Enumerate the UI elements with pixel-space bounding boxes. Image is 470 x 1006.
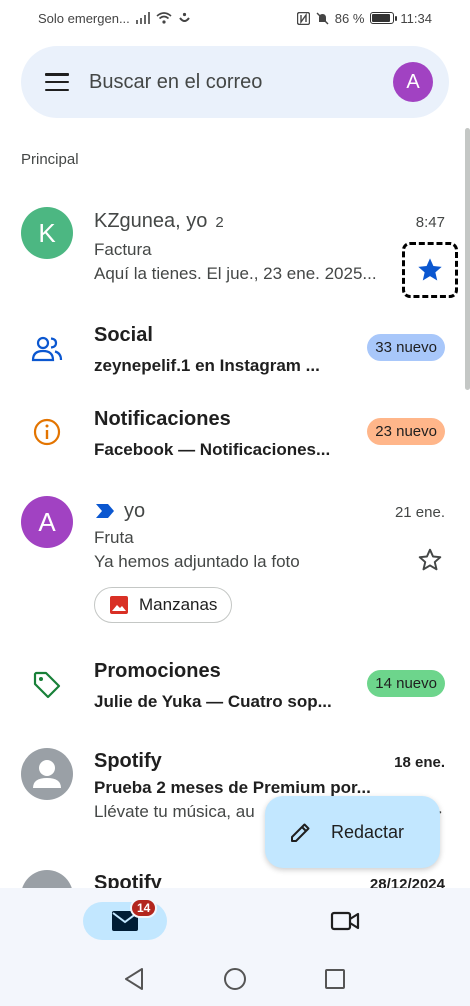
email-time: 28/12/2024	[369, 876, 445, 888]
email-snippet: Ya hemos adjuntado la foto	[94, 552, 300, 571]
attachment-name: Manzanas	[139, 595, 218, 614]
star-outline-icon	[418, 548, 442, 571]
new-count-badge: 33 nuevo	[367, 334, 445, 361]
carrier-text: Solo emergen...	[38, 10, 130, 26]
category-row-notificaciones[interactable]: Notificaciones Facebook — Notificaciones…	[0, 400, 466, 476]
category-name: Notificaciones	[94, 408, 231, 430]
person-icon	[33, 760, 61, 788]
clock: 11:34	[400, 10, 432, 26]
category-name: Promociones	[94, 660, 221, 682]
home-circle-icon	[224, 968, 246, 990]
email-sender: Spotify	[94, 750, 162, 772]
back-button[interactable]	[120, 965, 148, 993]
sender-avatar	[21, 870, 73, 888]
category-preview: zeynepelif.1 en Instagram ...	[94, 356, 320, 375]
new-count-badge: 14 nuevo	[367, 670, 445, 697]
sender-avatar: K	[21, 207, 73, 259]
email-time: 21 ene.	[394, 504, 445, 521]
email-row[interactable]: K KZgunea, yo 2 Factura Aquí la tienes. E…	[0, 196, 466, 298]
people-icon	[30, 332, 64, 366]
mute-icon	[316, 12, 329, 24]
star-toggle[interactable]	[415, 545, 445, 575]
nfc-icon	[296, 11, 310, 25]
image-icon	[110, 596, 128, 614]
email-sender: KZgunea, yo	[94, 210, 208, 232]
category-name: Social	[94, 324, 153, 346]
sender-avatar	[21, 748, 73, 800]
system-nav-bar	[0, 952, 470, 1006]
wifi-icon	[156, 12, 172, 24]
account-avatar[interactable]: A	[393, 62, 433, 102]
recents-square-icon	[325, 969, 345, 989]
sync-icon	[178, 12, 190, 22]
sender-avatar: A	[21, 496, 73, 548]
star-toggle[interactable]	[402, 242, 458, 298]
email-subject: Fruta	[94, 528, 134, 547]
search-bar[interactable]: Buscar en el correo A	[21, 46, 449, 118]
section-label: Principal	[21, 151, 79, 168]
email-time: 18 ene.	[394, 754, 445, 771]
tag-icon	[30, 668, 64, 702]
important-marker-icon[interactable]	[94, 503, 116, 519]
new-count-badge: 23 nuevo	[367, 418, 445, 445]
email-time: 8:47	[415, 214, 445, 231]
attachment-chip[interactable]: Manzanas	[94, 587, 233, 623]
compose-label: Redactar	[331, 821, 405, 842]
status-bar: Solo emergen... 86 % 11:34	[0, 0, 470, 36]
menu-icon[interactable]	[45, 73, 69, 91]
email-row[interactable]: A yo Fruta Ya hemos adjuntado la foto 21…	[0, 486, 466, 636]
home-button[interactable]	[221, 965, 249, 993]
search-input[interactable]: Buscar en el correo	[89, 71, 393, 94]
category-row-promociones[interactable]: Promociones Julie de Yuka — Cuatro sop..…	[0, 652, 466, 728]
compose-button[interactable]: Redactar	[265, 796, 440, 868]
battery-percent: 86 %	[334, 10, 365, 26]
video-camera-icon	[330, 911, 360, 931]
email-sender: yo	[124, 500, 146, 522]
info-icon	[30, 415, 64, 449]
category-preview: Julie de Yuka — Cuatro sop...	[94, 692, 332, 711]
bottom-nav: 14	[0, 888, 470, 952]
star-filled-icon	[418, 258, 442, 281]
nav-meet-tab[interactable]	[328, 906, 362, 936]
back-triangle-icon	[125, 968, 143, 990]
nav-mail-tab[interactable]: 14	[83, 898, 167, 940]
email-snippet: Aquí la tienes. El jue., 23 ene. 2025...	[94, 264, 377, 283]
pencil-icon	[291, 823, 310, 842]
signal-icon	[135, 12, 150, 24]
recents-button[interactable]	[321, 965, 349, 993]
category-preview: Facebook — Notificaciones...	[94, 440, 331, 459]
email-subject: Factura	[94, 240, 152, 259]
category-row-social[interactable]: Social zeynepelif.1 en Instagram ... 33 …	[0, 316, 466, 392]
battery-icon	[370, 12, 398, 24]
thread-count: 2	[215, 214, 224, 231]
unread-count-badge: 14	[130, 898, 158, 918]
